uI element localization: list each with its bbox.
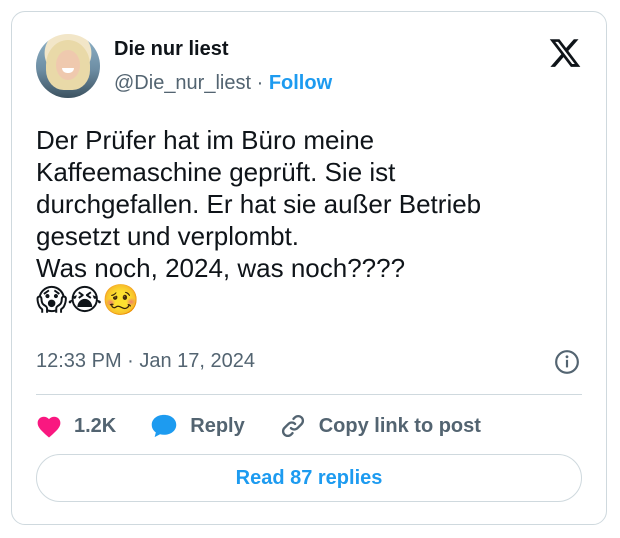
handle-line: @Die_nur_liest · Follow [114,72,332,95]
tweet-timestamp[interactable]: 12:33 PM · Jan 17, 2024 [36,350,255,373]
speech-bubble-icon [152,414,177,438]
follow-button[interactable]: Follow [269,72,332,94]
info-icon[interactable] [554,349,580,375]
like-count: 1.2K [74,414,117,437]
handle-separator: · [251,72,269,94]
heart-icon [37,416,61,438]
action-bar: 1.2K Reply Copy link to post [36,410,515,442]
like-button[interactable]: 1.2K [36,414,116,438]
reply-label: Reply [190,414,245,437]
tweet-card: Die nur liest @Die_nur_liest · Follow De… [11,11,607,525]
avatar-face [56,50,80,80]
tweet-emojis: 😱😭🥴 [36,284,140,317]
x-logo-icon[interactable] [548,36,582,70]
link-icon [281,414,304,438]
tweet-body: Der Prüfer hat im Büro meine Kaffeemasch… [36,125,482,283]
divider [36,394,582,395]
copy-link-button[interactable]: Copy link to post [279,412,481,440]
user-handle[interactable]: @Die_nur_liest [114,72,251,94]
read-replies-button[interactable]: Read 87 replies [36,454,582,502]
copy-link-label: Copy link to post [318,414,481,437]
reply-button[interactable]: Reply [150,413,245,439]
avatar[interactable] [36,34,100,98]
display-name[interactable]: Die nur liest [114,38,228,61]
tweet-text: Der Prüfer hat im Büro meine Kaffeemasch… [36,124,596,318]
